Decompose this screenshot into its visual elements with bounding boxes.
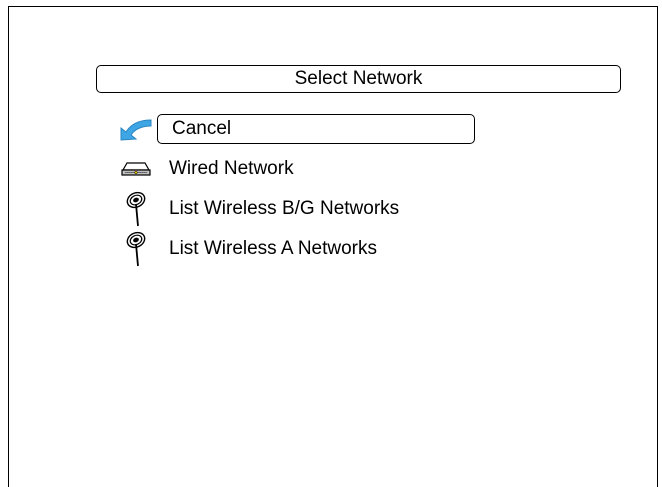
- menu-item-list-wireless-bg[interactable]: List Wireless B/G Networks: [115, 189, 515, 229]
- dialog-title-text: Select Network: [294, 68, 423, 89]
- menu-item-label: List Wireless B/G Networks: [169, 198, 400, 219]
- ethernet-device-icon: [115, 150, 157, 188]
- menu-item-list-wireless-a[interactable]: List Wireless A Networks: [115, 229, 515, 269]
- back-arrow-icon: [115, 110, 157, 148]
- wireless-antenna-icon: [115, 190, 157, 228]
- menu-item-wired-network[interactable]: Wired Network: [115, 149, 515, 189]
- menu-item-label: Wired Network: [169, 158, 294, 179]
- wireless-antenna-icon: [115, 230, 157, 268]
- screen-frame: Select Network Cancel Wired Network List…: [8, 6, 658, 487]
- menu-item-label: Cancel: [157, 114, 475, 144]
- menu-item-cancel[interactable]: Cancel: [115, 109, 515, 149]
- menu-item-label: List Wireless A Networks: [169, 238, 377, 259]
- network-menu: Cancel Wired Network List Wireless B/G N…: [115, 109, 515, 269]
- dialog-title: Select Network: [96, 65, 621, 93]
